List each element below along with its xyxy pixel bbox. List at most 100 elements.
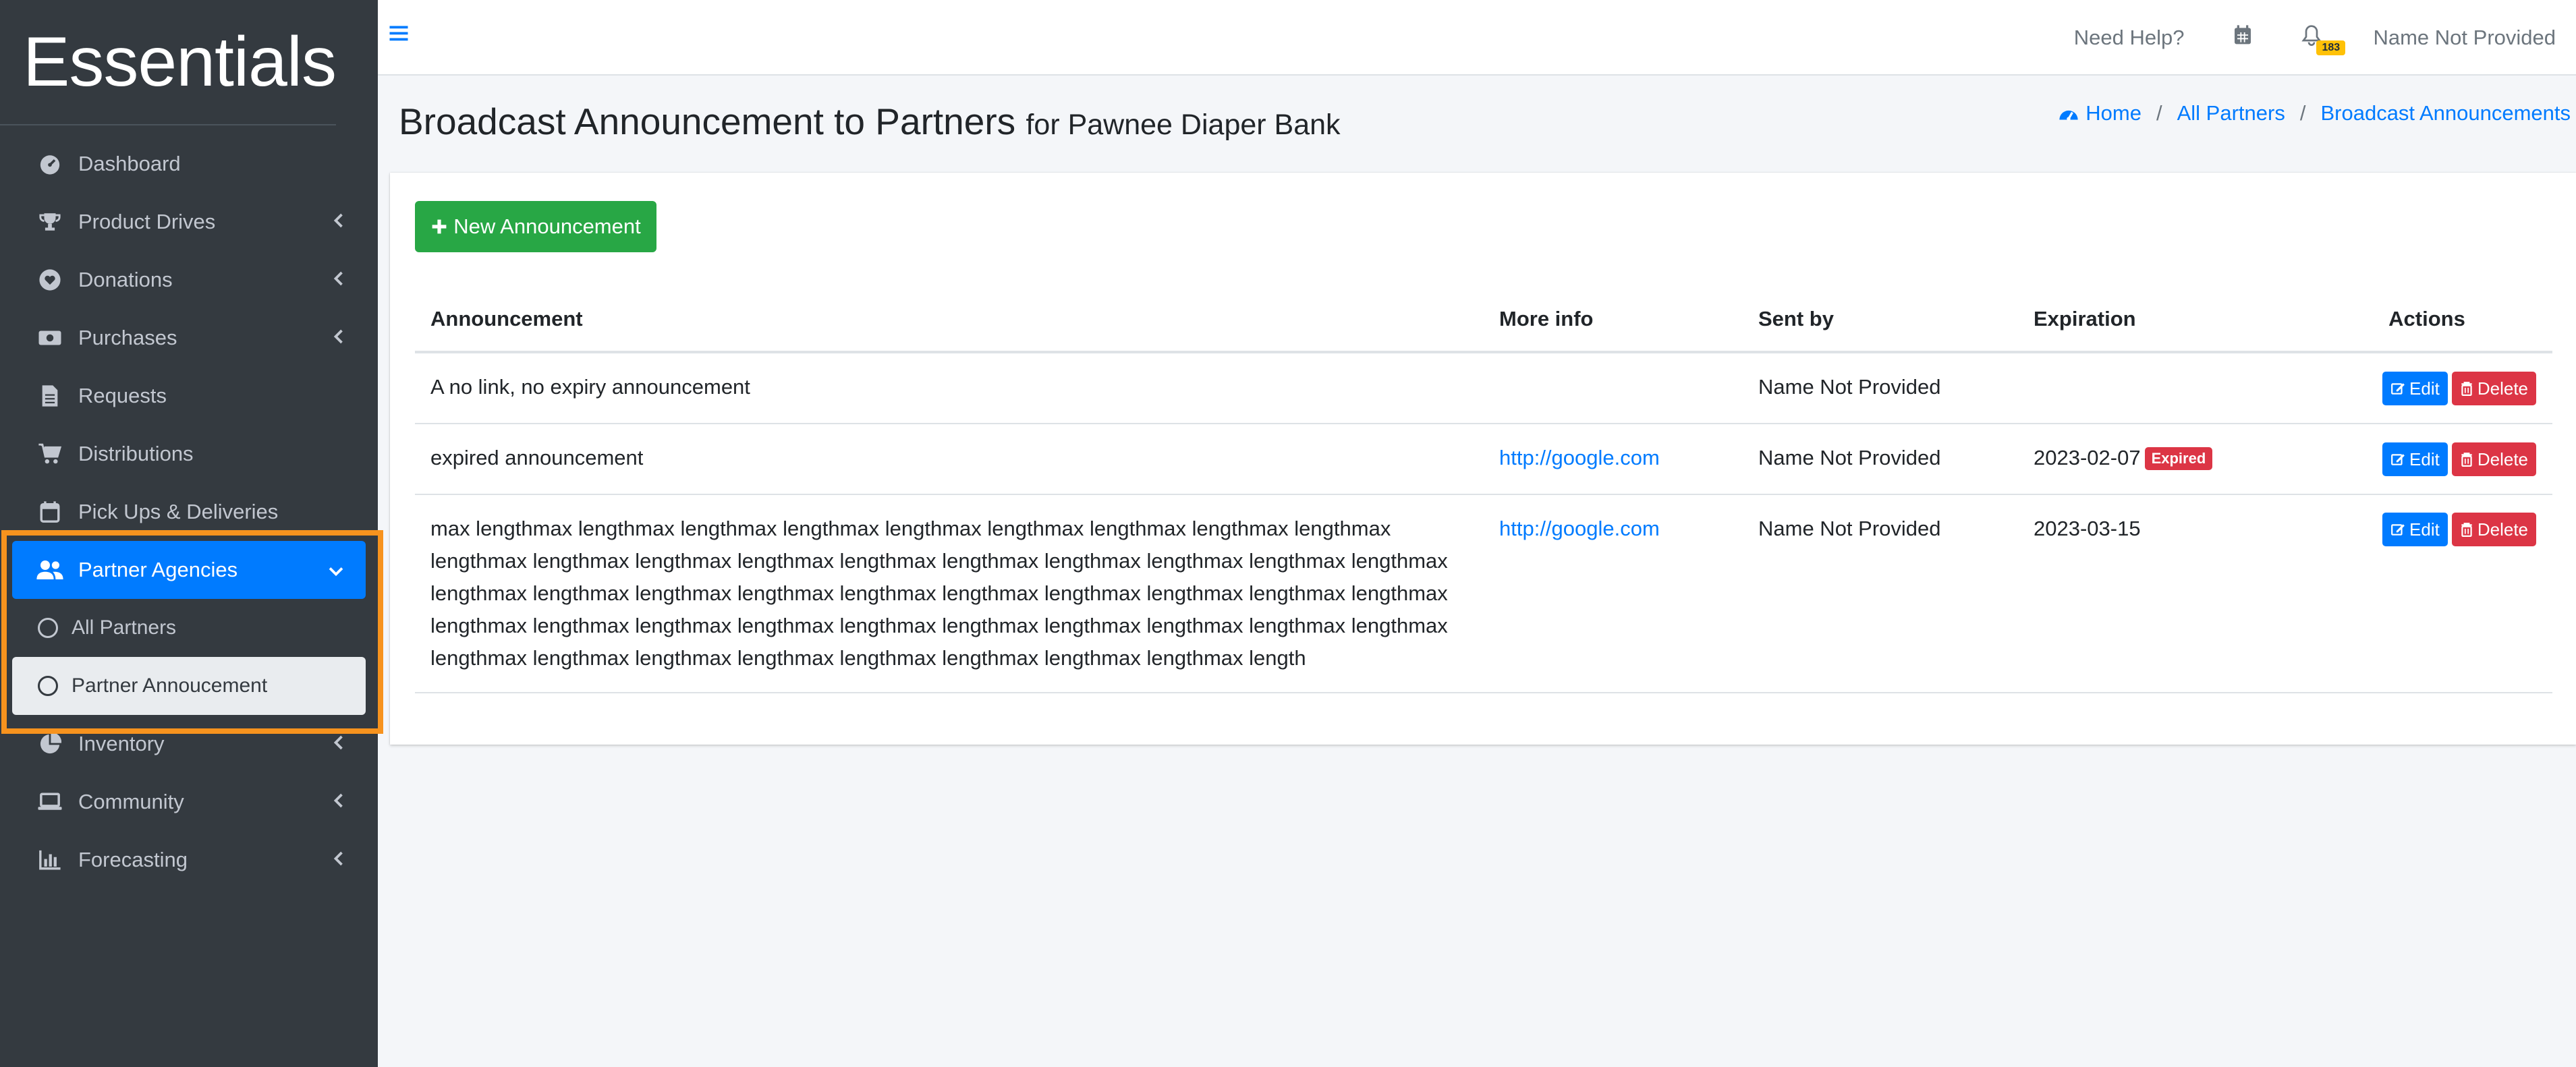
announcement-cell: max lengthmax lengthmax lengthmax length…	[415, 494, 1484, 693]
sidebar-item-label: Requests	[78, 384, 167, 407]
money-bill-icon	[35, 323, 65, 353]
sidebar-item-forecasting[interactable]: Forecasting	[0, 831, 378, 889]
bar-chart-icon	[35, 845, 65, 875]
delete-button[interactable]: Delete	[2451, 513, 2536, 547]
new-announcement-label: New Announcement	[453, 214, 641, 238]
calendar-icon	[35, 497, 65, 527]
trash-icon	[2461, 523, 2472, 538]
sidebar-item-label: Product Drives	[78, 210, 216, 233]
sidebar-subitem-all-partners[interactable]: All Partners	[0, 599, 378, 657]
sidebar-item-label: Donations	[78, 268, 173, 291]
sent-by-cell: Name Not Provided	[1743, 352, 2018, 424]
expiration-cell	[2018, 352, 2301, 424]
plus-icon	[430, 218, 448, 235]
edit-icon	[2391, 524, 2405, 536]
column-header: More info	[1484, 287, 1743, 353]
actions-cell: Edit Delete	[2301, 352, 2552, 424]
tachometer-icon	[35, 149, 65, 179]
more-info-link[interactable]: http://google.com	[1499, 517, 1660, 540]
announcement-cell: expired announcement	[415, 423, 1484, 495]
table-header-row: Announcement More info Sent by Expiratio…	[415, 287, 2552, 353]
actions-cell: Edit Delete	[2301, 423, 2552, 495]
notification-count-badge: 183	[2316, 40, 2346, 55]
edit-button[interactable]: Edit	[2382, 442, 2448, 476]
user-menu[interactable]: Name Not Provided	[2373, 26, 2556, 50]
sent-by-cell: Name Not Provided	[1743, 423, 2018, 495]
users-icon	[35, 555, 65, 585]
page-title-text: Broadcast Announcement to Partners	[399, 100, 1016, 142]
edit-label: Edit	[2409, 519, 2440, 540]
notifications-button[interactable]: 183	[2301, 24, 2346, 55]
more-info-cell: http://google.com	[1484, 494, 1743, 693]
edit-label: Edit	[2409, 449, 2440, 469]
help-link[interactable]: Need Help?	[2074, 26, 2185, 50]
dashboard-icon	[2057, 103, 2080, 123]
trash-icon	[2461, 452, 2472, 467]
table-row: A no link, no expiry announcement Name N…	[415, 352, 2552, 424]
announcement-cell: A no link, no expiry announcement	[415, 352, 1484, 424]
delete-button[interactable]: Delete	[2451, 442, 2536, 476]
chevron-left-icon	[333, 848, 344, 872]
sidebar-subitem-label: Partner Annoucement	[72, 674, 268, 697]
column-header: Announcement	[415, 287, 1484, 353]
expiration-cell: 2023-02-07 Expired	[2018, 423, 2301, 495]
sidebar-item-label: Dashboard	[78, 152, 181, 175]
delete-button[interactable]: Delete	[2451, 371, 2536, 405]
edit-button[interactable]: Edit	[2382, 513, 2448, 547]
sidebar-item-label: Forecasting	[78, 848, 188, 871]
sidebar-item-partner-agencies[interactable]: Partner Agencies	[12, 541, 366, 599]
edit-button[interactable]: Edit	[2382, 371, 2448, 405]
file-icon	[35, 381, 65, 411]
announcements-table: Announcement More info Sent by Expiratio…	[415, 287, 2552, 693]
chevron-left-icon	[333, 326, 344, 350]
edit-label: Edit	[2409, 378, 2440, 399]
page-subtitle: for Pawnee Diaper Bank	[1026, 109, 1341, 141]
chevron-left-icon	[333, 732, 344, 756]
sidebar-item-label: Community	[78, 790, 184, 813]
breadcrumb-separator: /	[2156, 101, 2162, 125]
new-announcement-button[interactable]: New Announcement	[415, 201, 656, 252]
edit-icon	[2391, 453, 2405, 465]
sidebar-item-dashboard[interactable]: Dashboard	[0, 135, 378, 193]
delete-label: Delete	[2477, 378, 2528, 399]
sidebar-item-purchases[interactable]: Purchases	[0, 309, 378, 367]
breadcrumb-separator: /	[2299, 101, 2306, 125]
sidebar-item-community[interactable]: Community	[0, 773, 378, 831]
menu-icon[interactable]	[389, 23, 409, 47]
trash-icon	[2461, 381, 2472, 396]
table-row: expired announcement http://google.com N…	[415, 423, 2552, 495]
more-info-cell	[1484, 352, 1743, 424]
sidebar: Essentials Dashboard Product Drives Dona…	[0, 0, 378, 1067]
top-right-menu: Need Help? 183 Name Not Provided	[2074, 0, 2556, 76]
top-navbar: Need Help? 183 Name Not Provided	[378, 0, 2576, 76]
sidebar-item-product-drives[interactable]: Product Drives	[0, 193, 378, 251]
sidebar-item-inventory[interactable]: Inventory	[0, 715, 378, 773]
calendar-icon[interactable]	[2233, 24, 2253, 51]
breadcrumb-all-partners[interactable]: All Partners	[2177, 101, 2285, 125]
breadcrumb-broadcast-announcements[interactable]: Broadcast Announcements	[2320, 101, 2571, 125]
more-info-cell: http://google.com	[1484, 423, 1743, 495]
sidebar-item-donations[interactable]: Donations	[0, 251, 378, 309]
column-header: Expiration	[2018, 287, 2301, 353]
sidebar-item-distributions[interactable]: Distributions	[0, 425, 378, 483]
more-info-link[interactable]: http://google.com	[1499, 446, 1660, 469]
brand-logo[interactable]: Essentials	[0, 0, 337, 125]
sidebar-item-label: Partner Agencies	[78, 558, 238, 581]
delete-label: Delete	[2477, 449, 2528, 469]
circle-icon	[38, 676, 58, 696]
sidebar-subitem-partner-announcement[interactable]: Partner Annoucement	[12, 657, 366, 715]
sidebar-subitem-label: All Partners	[72, 616, 177, 639]
actions-cell: Edit Delete	[2301, 494, 2552, 693]
breadcrumb: Home / All Partners / Broadcast Announce…	[2057, 101, 2571, 125]
sidebar-nav: Dashboard Product Drives Donations Purch…	[0, 135, 378, 889]
brand-text: Essentials	[23, 22, 337, 101]
sidebar-item-pickups[interactable]: Pick Ups & Deliveries	[0, 483, 378, 541]
sidebar-item-requests[interactable]: Requests	[0, 367, 378, 425]
expiration-cell: 2023-03-15	[2018, 494, 2301, 693]
column-header: Sent by	[1743, 287, 2018, 353]
sidebar-item-label: Pick Ups & Deliveries	[78, 500, 279, 523]
chevron-left-icon	[333, 790, 344, 814]
shopping-cart-icon	[35, 439, 65, 469]
laptop-icon	[35, 787, 65, 817]
breadcrumb-home[interactable]: Home	[2085, 101, 2141, 125]
